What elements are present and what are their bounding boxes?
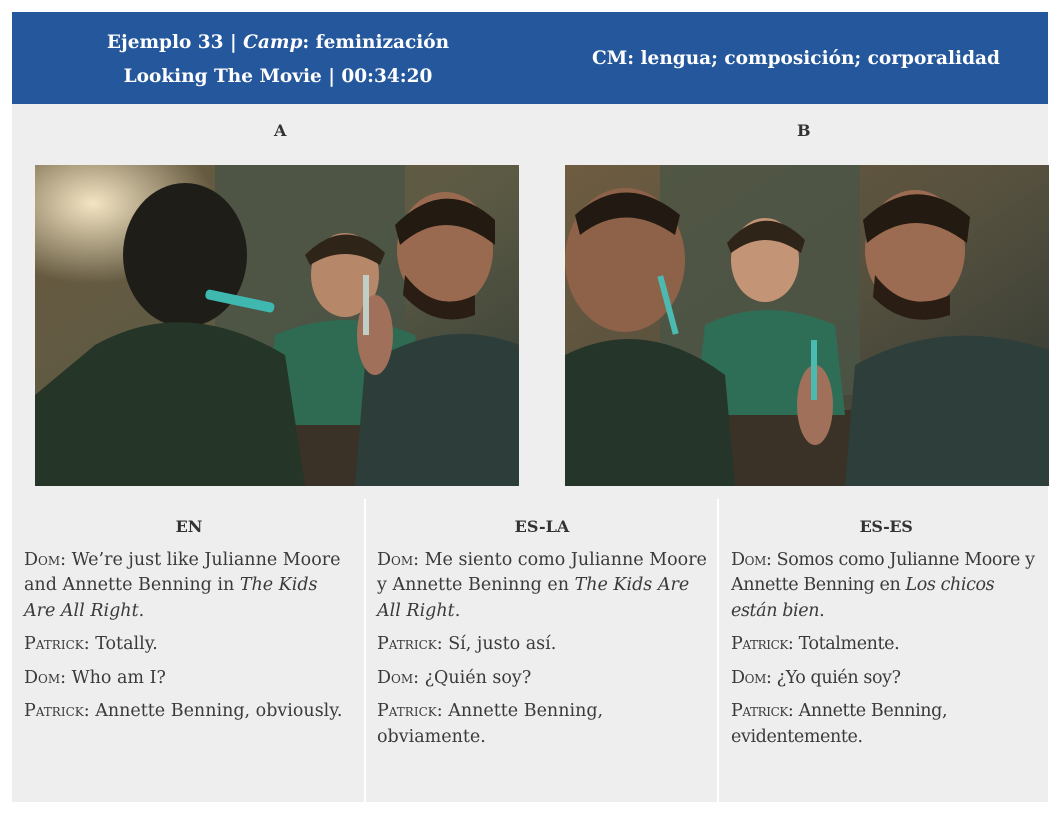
example-box: Ejemplo 33 | Camp: feminización Looking … — [12, 12, 1049, 802]
column-divider-2 — [717, 499, 719, 802]
film-still-b — [565, 165, 1049, 486]
column-divider-1 — [364, 499, 366, 802]
dialogue-line: Dom: Who am I? — [24, 667, 166, 688]
dialogue-line: Patrick: Annette Benning, obviamente. — [377, 701, 604, 747]
dialogue-line: Patrick: Totally. — [24, 634, 158, 654]
panel-label-a: A — [274, 121, 287, 140]
column-header-es-la: ES-LA — [514, 517, 570, 536]
title-line-1: Ejemplo 33 | Camp: feminización — [106, 32, 450, 53]
example-header: Ejemplo 33 | Camp: feminización Looking … — [12, 12, 1048, 104]
dialogue-line: Dom: We’re just like Julianne Moore and … — [24, 549, 341, 621]
example-title: Ejemplo 33 | Camp: feminización Looking … — [12, 26, 544, 94]
film-still-a — [35, 165, 519, 486]
panel-label-b: B — [797, 121, 811, 140]
dialogue-line: Dom: Me siento como Julianne Moore y Ann… — [377, 549, 707, 621]
dialogue-line: Dom: Somos como Julianne Moore y Annette… — [731, 549, 1035, 621]
column-es-la: ES-LA Dom: Me siento como Julianne Moore… — [377, 498, 707, 758]
column-en: EN Dom: We’re just like Julianne Moore a… — [24, 498, 354, 733]
dialogue-line: Patrick: Annette Benning, evidentemente. — [731, 701, 948, 747]
cm-label: CM: lengua; composición; corporalidad — [592, 47, 1000, 69]
column-es-es: ES-ES Dom: Somos como Julianne Moore y A… — [731, 498, 1041, 758]
title-line-2: Looking The Movie | 00:34:20 — [123, 66, 433, 87]
dialogue-line: Patrick: Totalmente. — [731, 634, 900, 654]
dialogue-line: Patrick: Annette Benning, obviously. — [24, 701, 343, 721]
column-header-es-es: ES-ES — [859, 517, 913, 536]
dialogue-line: Dom: ¿Quién soy? — [377, 667, 532, 688]
dialogue-line: Patrick: Sí, justo así. — [377, 634, 557, 654]
column-header-en: EN — [175, 517, 203, 536]
dialogue-line: Dom: ¿Yo quién soy? — [731, 667, 901, 688]
